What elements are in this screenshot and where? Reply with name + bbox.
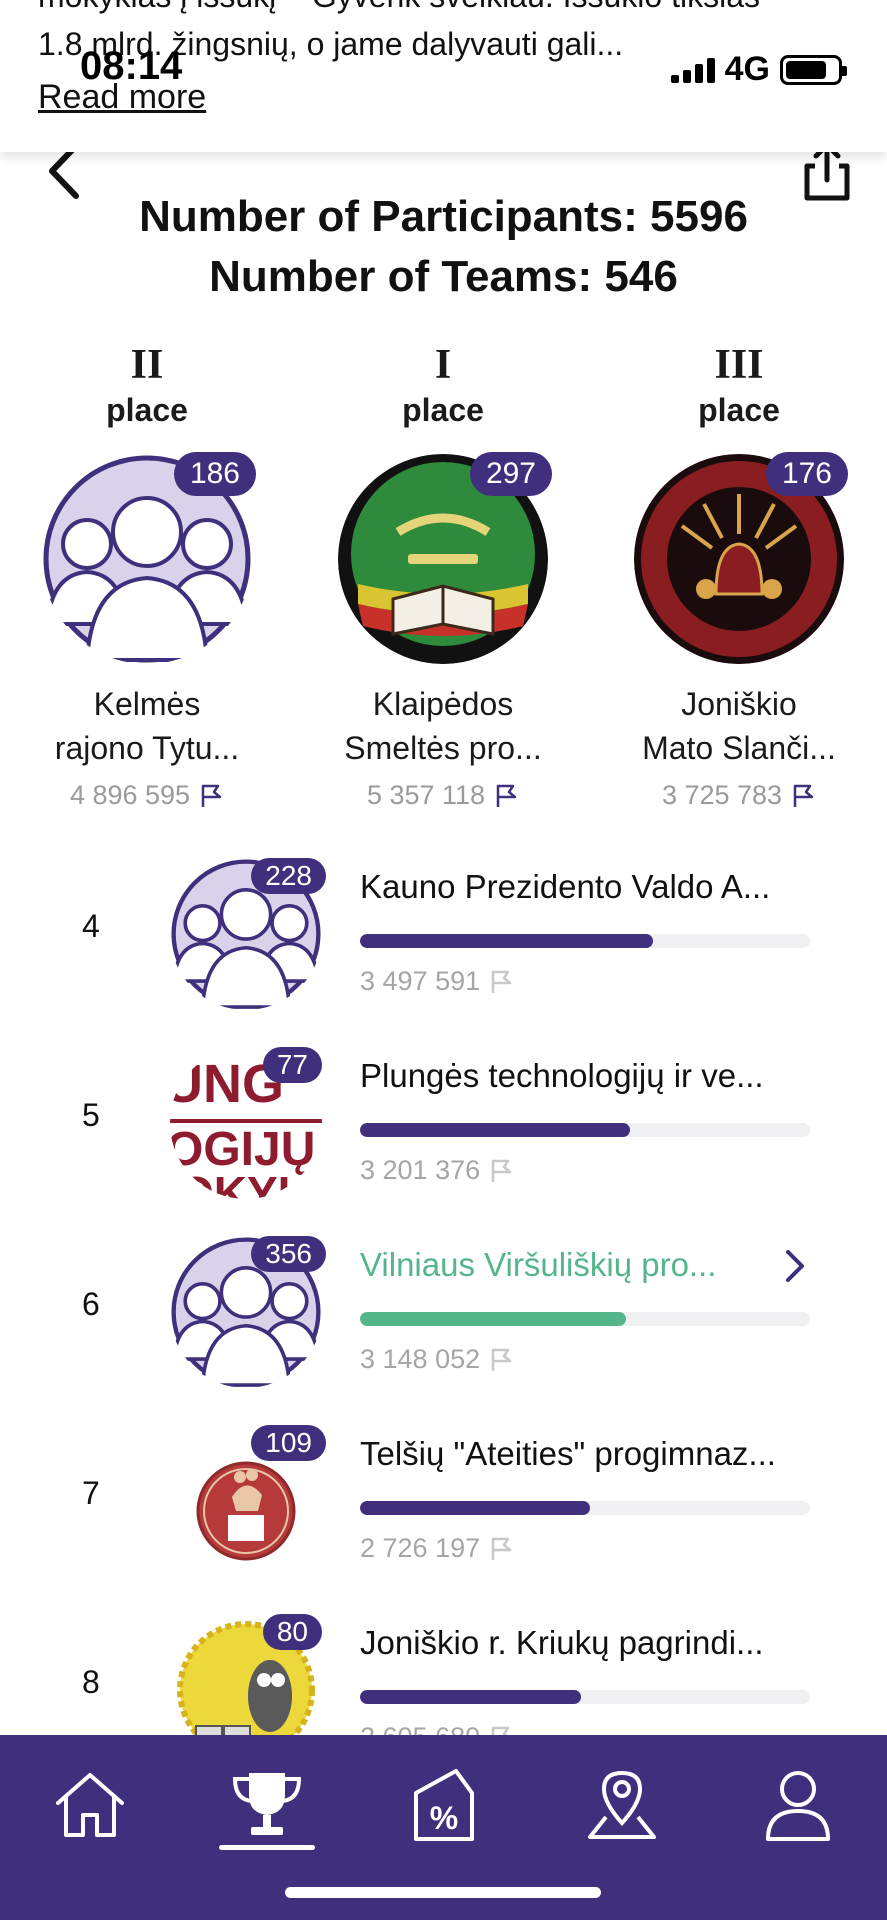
team-size-badge: 176 — [765, 452, 848, 496]
bottom-tab-bar: % — [0, 1735, 887, 1920]
ranking-row[interactable]: 7 109 Telšių "Ateities" progimnaz... 2 7… — [0, 1425, 887, 1615]
team-steps: 3 725 783 — [619, 780, 859, 811]
progress-fill — [360, 1123, 630, 1137]
steps-value: 3 497 591 — [360, 966, 481, 996]
podium-place: place — [106, 392, 188, 428]
steps-value: 3 725 783 — [661, 780, 783, 810]
rank-number: 6 — [82, 1286, 100, 1322]
profile-icon[interactable] — [758, 1765, 838, 1845]
podium-second[interactable]: II place 186 Kelmės rajono Tytu... 4 896… — [27, 340, 267, 811]
podium-rank: II — [130, 342, 164, 388]
rank-number: 8 — [82, 1664, 100, 1700]
podium-third[interactable]: III place 176 Joniškio Mato Slanči... 3 … — [619, 340, 859, 811]
team-size-badge: 80 — [262, 1614, 322, 1650]
svg-text:OKYK: OKYK — [178, 1167, 311, 1199]
team-avatar: 297 — [338, 452, 552, 664]
podium-place: place — [402, 392, 484, 428]
flag-icon — [496, 784, 517, 807]
team-avatar: 228 — [170, 858, 326, 1010]
signal-icon — [670, 57, 715, 83]
flag-icon — [201, 784, 222, 807]
team-size-badge: 186 — [173, 452, 256, 496]
steps-value: 4 896 595 — [69, 780, 191, 810]
progress-fill — [360, 1312, 626, 1326]
progress-fill — [360, 1690, 581, 1704]
team-name: Kauno Prezidento Valdo A... — [360, 868, 771, 905]
team-steps: 5 357 118 — [323, 780, 563, 811]
ranking-row[interactable]: 4 228 Kauno Prezidento Valdo A... 3 497 … — [0, 858, 887, 1048]
active-tab-indicator — [219, 1845, 315, 1850]
rank-number: 5 — [82, 1097, 100, 1133]
svg-text:%: % — [430, 1800, 458, 1836]
progress-bar — [360, 1690, 810, 1704]
team-avatar: 176 — [634, 452, 848, 664]
team-steps: 3 201 376 — [360, 1155, 514, 1186]
ranking-row[interactable]: 5 UNG OGIJŲ I OKYK 77 Plungės technologi… — [0, 1047, 887, 1237]
status-time: 08:14 — [80, 44, 183, 88]
progress-bar — [360, 1312, 810, 1326]
flag-icon — [491, 970, 512, 993]
flag-icon — [793, 784, 814, 807]
home-icon[interactable] — [50, 1765, 130, 1845]
team-steps: 3 148 052 — [360, 1344, 514, 1375]
team-name-line2: rajono Tytu... — [54, 730, 240, 766]
network-label: 4G — [724, 50, 770, 88]
team-size-badge: 77 — [262, 1047, 322, 1083]
steps-value: 3 148 052 — [360, 1344, 481, 1374]
team-avatar: 356 — [170, 1236, 326, 1388]
team-steps: 4 896 595 — [27, 780, 267, 811]
steps-value: 5 357 118 — [366, 780, 486, 810]
team-name-line2: Mato Slanči... — [642, 730, 836, 766]
podium-place: place — [698, 392, 780, 428]
team-avatar: 186 — [42, 452, 256, 664]
home-indicator — [285, 1887, 601, 1898]
steps-value: 2 726 197 — [360, 1533, 481, 1563]
chevron-right-icon[interactable] — [782, 1246, 808, 1286]
rank-number: 7 — [82, 1475, 100, 1511]
team-size-badge: 109 — [251, 1425, 326, 1461]
team-name: Plungės technologijų ir ve... — [360, 1057, 764, 1094]
participants-count: Number of Participants: 5596 — [139, 192, 748, 241]
flag-icon — [491, 1348, 512, 1371]
flag-icon — [491, 1537, 512, 1560]
team-name-line1: Klaipėdos — [372, 686, 514, 722]
rank-number: 4 — [82, 908, 100, 944]
team-name: Joniškio r. Kriukų pagrindi... — [360, 1624, 764, 1661]
steps-value: 3 201 376 — [360, 1155, 481, 1185]
team-name-line1: Kelmės — [93, 686, 201, 722]
progress-bar — [360, 1123, 810, 1137]
team-name-line1: Joniškio — [681, 686, 797, 722]
team-steps: 3 497 591 — [360, 966, 514, 997]
team-size-badge: 297 — [469, 452, 552, 496]
team-name: Telšių "Ateities" progimnaz... — [360, 1435, 776, 1472]
map-pin-icon[interactable] — [582, 1765, 662, 1845]
team-avatar: UNG OGIJŲ I OKYK 77 — [164, 1047, 342, 1219]
progress-bar — [360, 1501, 810, 1515]
team-name: Vilniaus Viršuliškių pro... — [360, 1246, 717, 1283]
teams-count: Number of Teams: 546 — [209, 252, 678, 301]
status-indicators: 4G — [670, 50, 847, 89]
team-size-badge: 228 — [251, 858, 326, 894]
flag-icon — [491, 1159, 512, 1182]
podium-first[interactable]: I place 297 Klaipėdos Smeltės pro... 5 3… — [323, 340, 563, 811]
battery-icon — [780, 54, 847, 85]
team-steps: 2 726 197 — [360, 1533, 514, 1564]
podium-rank: III — [714, 342, 764, 388]
progress-bar — [360, 934, 810, 948]
trophy-icon[interactable] — [227, 1765, 307, 1845]
ranking-row-own-team[interactable]: 6 356 Vilniaus Viršuliškių pro... 3 148 … — [0, 1236, 887, 1426]
team-name-line2: Smeltės pro... — [344, 730, 542, 766]
podium-rank: I — [434, 342, 452, 388]
progress-fill — [360, 934, 653, 948]
team-size-badge: 356 — [251, 1236, 326, 1272]
team-avatar: 109 — [170, 1425, 326, 1577]
discount-icon[interactable]: % — [404, 1765, 484, 1845]
progress-fill — [360, 1501, 590, 1515]
